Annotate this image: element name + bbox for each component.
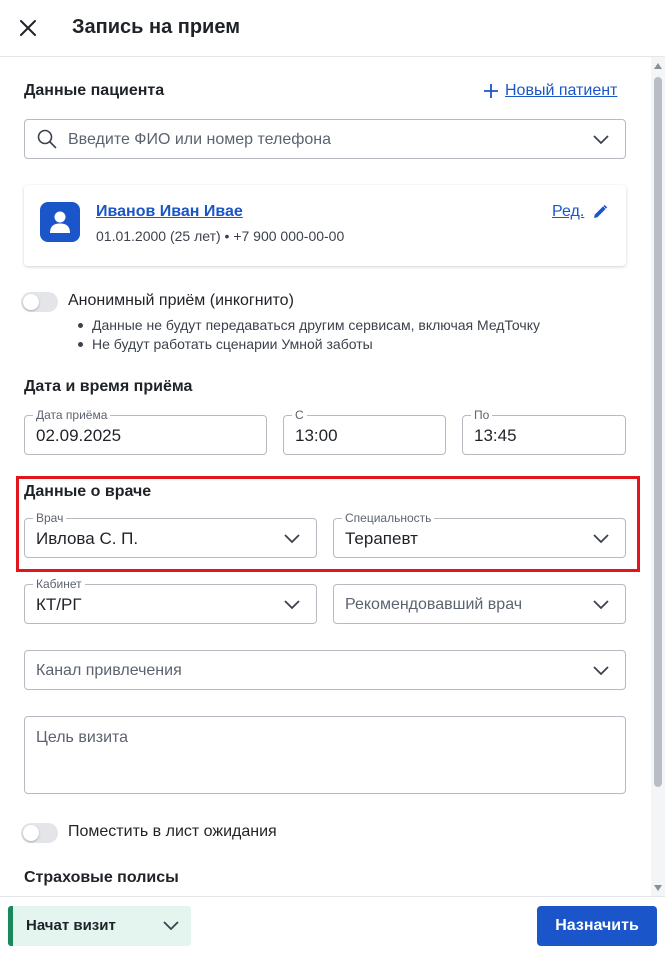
datetime-section-title: Дата и время приёма [24, 378, 193, 395]
user-icon [50, 211, 70, 233]
channel-select[interactable]: Канал привлечения [24, 650, 626, 690]
visit-goal-textarea[interactable]: Цель визита [24, 716, 626, 794]
cabinet-select[interactable]: Кабинет КТ/РГ [24, 577, 317, 624]
anonymous-note: Данные не будут передаваться другим серв… [76, 316, 540, 335]
time-from-input[interactable]: С 13:00 [283, 408, 446, 455]
time-from-value: 13:00 [295, 426, 338, 445]
dialog-footer: Начат визит Назначить [0, 896, 665, 954]
doctor-section-highlight [16, 476, 640, 572]
waitlist-label: Поместить в лист ожидания [68, 823, 277, 840]
anonymous-toggle-knob [23, 294, 39, 310]
patient-card: Иванов Иван Ивае 01.01.2000 (25 лет) • +… [24, 185, 626, 266]
search-icon [37, 129, 57, 149]
cabinet-label: Кабинет [33, 577, 85, 591]
edit-patient-button[interactable]: Ред. [552, 203, 608, 221]
anonymous-toggle[interactable] [21, 292, 58, 312]
scroll-down-icon[interactable] [654, 885, 662, 891]
scrollbar[interactable] [651, 57, 665, 897]
scroll-up-icon[interactable] [654, 63, 662, 69]
anonymous-label: Анонимный приём (инкогнито) [68, 292, 294, 309]
chevron-down-icon[interactable] [593, 600, 609, 610]
new-patient-link-label[interactable]: Новый патиент [505, 82, 617, 100]
scrollbar-thumb[interactable] [654, 77, 662, 787]
pencil-icon [594, 204, 608, 218]
visit-status-label: Начат визит [26, 917, 116, 934]
edit-patient-label[interactable]: Ред. [552, 203, 584, 221]
waitlist-toggle[interactable] [21, 823, 58, 843]
time-to-value: 13:45 [474, 426, 517, 445]
time-to-label: По [471, 408, 493, 422]
channel-placeholder: Канал привлечения [36, 662, 182, 679]
patient-details: 01.01.2000 (25 лет) • +7 900 000-00-00 [96, 228, 345, 244]
dialog-title: Запись на прием [72, 16, 241, 38]
date-value: 02.09.2025 [36, 426, 122, 445]
anonymous-notes: Данные не будут передаваться другим серв… [76, 316, 540, 354]
time-to-input[interactable]: По 13:45 [462, 408, 626, 455]
chevron-down-icon[interactable] [284, 600, 300, 610]
referrer-placeholder: Рекомендовавший врач [345, 596, 523, 613]
close-icon[interactable] [19, 19, 37, 37]
chevron-down-icon[interactable] [163, 921, 179, 931]
patient-name-link[interactable]: Иванов Иван Ивае [96, 203, 243, 221]
chevron-down-icon[interactable] [593, 135, 609, 145]
avatar [40, 202, 80, 242]
waitlist-toggle-knob [23, 825, 39, 841]
cabinet-value: КТ/РГ [36, 595, 82, 614]
anonymous-note: Не будут работать сценарии Умной заботы [76, 335, 540, 354]
plus-icon [484, 84, 498, 98]
assign-button[interactable]: Назначить [537, 906, 657, 946]
visit-status-select[interactable]: Начат визит [8, 906, 191, 946]
dialog-header: Запись на прием [0, 0, 665, 57]
time-from-label: С [292, 408, 307, 422]
insurance-section-title: Страховые полисы [24, 869, 179, 886]
patient-search-input[interactable]: Введите ФИО или номер телефона [24, 119, 626, 159]
close-button[interactable] [14, 14, 42, 42]
date-input[interactable]: Дата приёма 02.09.2025 [24, 408, 267, 455]
patient-search-placeholder: Введите ФИО или номер телефона [68, 131, 332, 148]
visit-goal-placeholder: Цель визита [36, 729, 129, 746]
referrer-select[interactable]: Рекомендовавший врач [333, 584, 626, 624]
patient-section-title: Данные пациента [24, 82, 165, 99]
date-label: Дата приёма [33, 408, 111, 422]
new-patient-link[interactable]: Новый патиент [483, 82, 617, 100]
chevron-down-icon[interactable] [593, 666, 609, 676]
